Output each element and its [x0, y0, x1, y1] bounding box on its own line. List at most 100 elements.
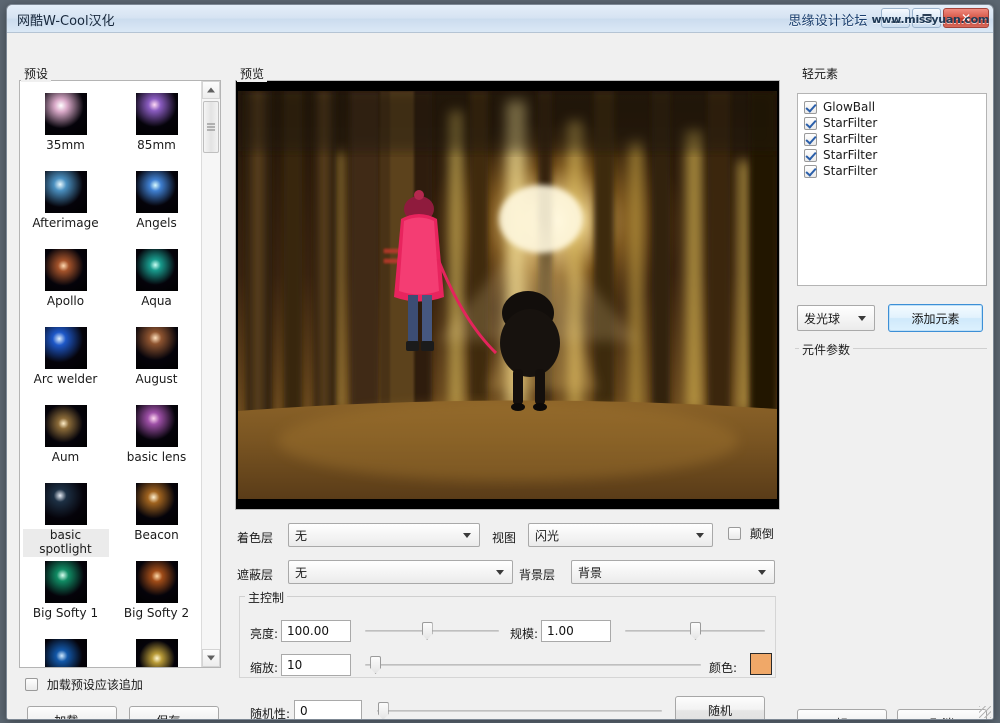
preset-item[interactable]: Big Softy 1: [20, 557, 111, 635]
element-list-item[interactable]: GlowBall: [798, 99, 986, 115]
checkbox-icon[interactable]: [804, 133, 817, 146]
slider-thumb[interactable]: [422, 622, 433, 640]
preset-item[interactable]: Arc welder: [20, 323, 111, 401]
scale-label: 规模:: [510, 625, 538, 642]
chevron-down-icon: [207, 656, 215, 661]
grip-icon: [207, 124, 215, 131]
load-button[interactable]: 加载...: [27, 706, 117, 720]
append-presets-checkbox[interactable]: 加载预设应该追加: [25, 676, 143, 693]
preset-item[interactable]: basic lens: [111, 401, 202, 479]
presets-list[interactable]: 35mm 85mm AfterimageAngelsApolloAqua Arc we…: [19, 80, 221, 668]
element-label: StarFilter: [823, 132, 877, 146]
preset-item[interactable]: Aum: [20, 401, 111, 479]
preset-thumbnail: [136, 639, 178, 668]
maximize-button[interactable]: [912, 8, 941, 28]
element-params-group-label: 元件参数: [799, 341, 853, 358]
randomize-button[interactable]: 随机: [675, 696, 765, 720]
preset-item[interactable]: Beacon: [111, 479, 202, 557]
slider-thumb[interactable]: [378, 702, 389, 720]
ok-button[interactable]: 好: [797, 709, 887, 720]
brightness-slider[interactable]: [365, 622, 499, 640]
element-type-select[interactable]: 发光球: [797, 305, 875, 331]
forest-photo-svg: [238, 91, 777, 499]
slider-thumb[interactable]: [690, 622, 701, 640]
slider-track: [365, 664, 701, 666]
checkbox-icon: [728, 527, 741, 540]
preset-item[interactable]: 35mm: [20, 89, 111, 167]
tint-layer-label: 着色层: [237, 529, 273, 546]
presets-scrollbar[interactable]: [201, 81, 220, 667]
preset-item[interactable]: [111, 635, 202, 668]
cancel-button-label: 取消: [930, 715, 954, 721]
view-value: 闪光: [535, 527, 559, 544]
minimize-button[interactable]: [881, 8, 910, 28]
load-button-label: 加载...: [54, 712, 89, 721]
preset-item[interactable]: Big Softy 2: [111, 557, 202, 635]
slider-thumb[interactable]: [370, 656, 381, 674]
color-swatch[interactable]: [750, 653, 772, 675]
element-label: StarFilter: [823, 116, 877, 130]
element-list-item[interactable]: StarFilter: [798, 115, 986, 131]
elements-group-label: 轻元素: [799, 65, 841, 82]
resize-grip[interactable]: [979, 706, 991, 718]
invert-checkbox[interactable]: 颠倒: [728, 525, 774, 542]
preset-thumbnail: [45, 327, 87, 369]
element-type-value: 发光球: [804, 310, 840, 327]
element-label: GlowBall: [823, 100, 875, 114]
scroll-down-button[interactable]: [202, 649, 220, 667]
preset-item[interactable]: Aqua: [111, 245, 202, 323]
preset-thumbnail: [136, 249, 178, 291]
scrollbar-thumb[interactable]: [203, 101, 219, 153]
checkbox-icon[interactable]: [804, 149, 817, 162]
occlusion-layer-select[interactable]: 无: [288, 560, 513, 584]
application-window: 网酷W-Cool汉化 ✕ 思缘设计论坛 www.missyuan.com 预设 …: [6, 4, 994, 720]
zoom-input[interactable]: 10: [281, 654, 351, 676]
element-list-item[interactable]: StarFilter: [798, 163, 986, 179]
preset-label: Beacon: [134, 529, 179, 543]
add-element-button-label: 添加元素: [911, 310, 959, 327]
preset-label: Big Softy 2: [124, 607, 189, 621]
close-button[interactable]: ✕: [943, 8, 989, 28]
save-button[interactable]: 保存...: [129, 706, 219, 720]
preset-item[interactable]: Afterimage: [20, 167, 111, 245]
preset-thumbnail: [45, 483, 87, 525]
tint-layer-select[interactable]: 无: [288, 523, 480, 547]
scroll-up-button[interactable]: [202, 81, 220, 99]
cancel-button[interactable]: 取消: [897, 709, 987, 720]
brightness-input[interactable]: 100.00: [281, 620, 351, 642]
zoom-slider[interactable]: [365, 656, 701, 674]
scale-input[interactable]: 1.00: [541, 620, 611, 642]
preset-label: 85mm: [137, 139, 176, 153]
background-layer-select[interactable]: 背景: [571, 560, 775, 584]
preset-item[interactable]: Angels: [111, 167, 202, 245]
preset-item[interactable]: 85mm: [111, 89, 202, 167]
preset-label: Arc welder: [34, 373, 98, 387]
tint-layer-value: 无: [295, 527, 307, 544]
elements-list[interactable]: GlowBallStarFilterStarFilterStarFilterSt…: [797, 93, 987, 286]
window-controls: ✕: [881, 8, 989, 28]
checkbox-icon[interactable]: [804, 165, 817, 178]
elements-list-items: GlowBallStarFilterStarFilterStarFilterSt…: [798, 94, 986, 179]
chevron-down-icon: [496, 570, 504, 575]
preview-panel[interactable]: [235, 80, 780, 510]
preset-thumbnail: [136, 171, 178, 213]
randomness-input[interactable]: 0: [294, 700, 362, 720]
add-element-button[interactable]: 添加元素: [888, 304, 983, 332]
element-list-item[interactable]: StarFilter: [798, 147, 986, 163]
scale-slider[interactable]: [625, 622, 765, 640]
checkbox-icon[interactable]: [804, 117, 817, 130]
preset-item[interactable]: Apollo: [20, 245, 111, 323]
preview-image: [238, 91, 777, 499]
view-select[interactable]: 闪光: [528, 523, 713, 547]
preset-label: 35mm: [46, 139, 85, 153]
element-list-item[interactable]: StarFilter: [798, 131, 986, 147]
checkbox-icon: [25, 678, 38, 691]
preset-item[interactable]: basic spotlight: [20, 479, 111, 557]
randomness-slider[interactable]: [377, 702, 662, 720]
preset-item[interactable]: August: [111, 323, 202, 401]
occlusion-layer-value: 无: [295, 564, 307, 581]
preset-item[interactable]: [20, 635, 111, 668]
minimize-icon: [891, 21, 900, 23]
checkbox-icon[interactable]: [804, 101, 817, 114]
title-bar: 网酷W-Cool汉化 ✕ 思缘设计论坛 www.missyuan.com: [7, 5, 993, 33]
